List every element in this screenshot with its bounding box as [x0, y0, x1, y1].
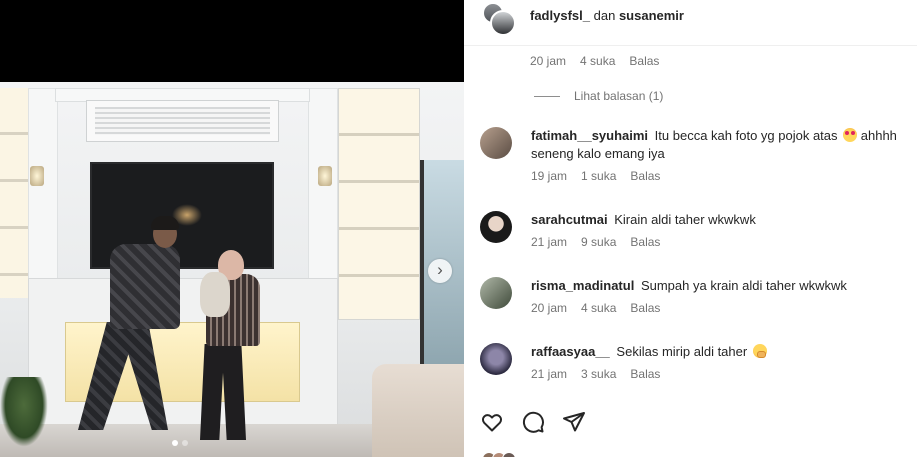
post-actions	[480, 410, 586, 434]
photo-sofa	[372, 364, 464, 457]
view-replies-line	[534, 95, 560, 97]
avatar[interactable]	[490, 10, 516, 36]
hand-over-mouth-emoji-icon	[752, 344, 767, 358]
comment-body: Itu becca kah foto yg pojok atas	[654, 128, 838, 143]
comment-icon	[522, 411, 544, 433]
author-connector: dan	[593, 8, 616, 23]
post-photo	[0, 82, 464, 457]
photo-cat	[200, 272, 230, 317]
avatar[interactable]	[480, 127, 512, 159]
photo-plant	[0, 377, 48, 447]
comment-username[interactable]: fatimah__syuhaimi	[531, 128, 648, 143]
photo-wall-lamp-left	[30, 166, 44, 186]
photo-left-shelf	[0, 88, 28, 298]
comment-meta: 21 jam 3 suka Balas	[531, 367, 905, 381]
comment-likes[interactable]: 9 suka	[581, 235, 616, 249]
caption-meta: 20 jam 4 suka Balas	[530, 54, 659, 68]
view-replies-label: Lihat balasan (1)	[574, 89, 664, 103]
comment-button[interactable]	[521, 410, 545, 434]
post-media: ›	[0, 0, 464, 457]
comment-reply-button[interactable]: Balas	[630, 169, 660, 183]
post-header: fadlysfsl_ dan susanemir	[464, 0, 917, 46]
share-icon	[563, 412, 585, 432]
comment-likes[interactable]: 3 suka	[581, 367, 616, 381]
photo-man-body	[110, 244, 180, 329]
comment-reply-button[interactable]: Balas	[630, 301, 660, 315]
caption-reply-button[interactable]: Balas	[629, 54, 659, 68]
comment-likes[interactable]: 1 suka	[581, 169, 616, 183]
carousel-dot-active	[172, 440, 178, 446]
comment-likes[interactable]: 4 suka	[581, 301, 616, 315]
post-authors: fadlysfsl_ dan susanemir	[530, 8, 684, 23]
comment-time: 21 jam	[531, 235, 568, 249]
like-button[interactable]	[480, 410, 504, 434]
comments-panel: fadlysfsl_ dan susanemir 20 jam 4 suka B…	[464, 0, 917, 457]
comment-time: 21 jam	[531, 367, 568, 381]
comment-username[interactable]: sarahcutmai	[531, 212, 608, 227]
collab-avatars[interactable]	[482, 2, 516, 36]
photo-wall-lamp-right	[318, 166, 332, 186]
comment-username[interactable]: risma_madinatul	[531, 278, 634, 293]
comment-text: fatimah__syuhaimi Itu becca kah foto yg …	[531, 127, 905, 163]
avatar[interactable]	[480, 211, 512, 243]
avatar[interactable]	[480, 277, 512, 309]
comment-meta: 21 jam 9 suka Balas	[531, 235, 905, 249]
avatar[interactable]	[502, 452, 516, 457]
carousel-next-button[interactable]: ›	[428, 259, 452, 283]
heart-eyes-emoji-icon	[843, 128, 858, 142]
view-replies-button[interactable]: Lihat balasan (1)	[534, 89, 663, 103]
comment-reply-button[interactable]: Balas	[630, 367, 660, 381]
coauthor-username[interactable]: susanemir	[619, 8, 684, 23]
comment-body: Sumpah ya krain aldi taher wkwkwk	[640, 278, 847, 293]
comment-time: 19 jam	[531, 169, 568, 183]
caption-time: 20 jam	[530, 54, 567, 68]
share-button[interactable]	[562, 410, 586, 434]
comment-text: sarahcutmai Kirain aldi taher wkwkwk	[531, 211, 905, 229]
comment-meta: 19 jam 1 suka Balas	[531, 169, 905, 183]
comment-body: Sekilas mirip aldi taher	[616, 344, 748, 359]
comment-text: raffaasyaa__ Sekilas mirip aldi taher	[531, 343, 905, 361]
carousel-indicator	[172, 440, 188, 446]
comment-time: 20 jam	[531, 301, 568, 315]
comment-reply-button[interactable]: Balas	[630, 235, 660, 249]
author-username[interactable]: fadlysfsl_	[530, 8, 590, 23]
avatar[interactable]	[480, 343, 512, 375]
caption-likes[interactable]: 4 suka	[580, 54, 615, 68]
photo-right-shelf	[338, 88, 420, 320]
liked-by-avatars[interactable]	[482, 452, 532, 457]
heart-icon	[481, 414, 503, 432]
chevron-right-icon: ›	[437, 260, 443, 279]
comment-username[interactable]: raffaasyaa__	[531, 344, 610, 359]
photo-man-hair	[151, 216, 179, 230]
carousel-dot	[182, 440, 188, 446]
photo-air-conditioner	[86, 100, 279, 142]
comment-text: risma_madinatul Sumpah ya krain aldi tah…	[531, 277, 905, 295]
comment-meta: 20 jam 4 suka Balas	[531, 301, 905, 315]
comment-body: Kirain aldi taher wkwkwk	[614, 212, 756, 227]
